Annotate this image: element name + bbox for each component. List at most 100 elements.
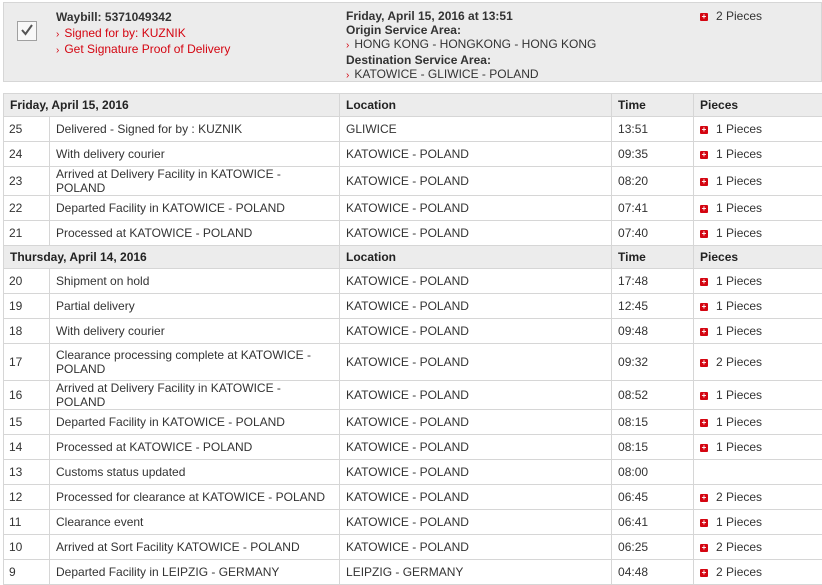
pieces-toggle[interactable]: +1 Pieces <box>694 381 822 410</box>
location-header: Location <box>340 94 612 117</box>
pieces-cell: 1 Pieces <box>716 274 762 288</box>
pieces-cell: 1 Pieces <box>716 299 762 313</box>
plus-icon: + <box>700 392 708 400</box>
event-description: Departed Facility in LEIPZIG - GERMANY <box>50 560 340 585</box>
table-row: 16Arrived at Delivery Facility in KATOWI… <box>4 381 822 410</box>
chevron-right-icon: › <box>346 40 349 51</box>
pieces-cell: 1 Pieces <box>716 388 762 402</box>
date-header-row: Friday, April 15, 2016LocationTimePieces <box>4 94 822 117</box>
pieces-toggle[interactable]: +1 Pieces <box>694 319 822 344</box>
pieces-toggle[interactable]: +1 Pieces <box>694 221 822 246</box>
pieces-cell-empty <box>694 460 822 485</box>
event-location: KATOWICE - POLAND <box>340 167 612 196</box>
table-row: 25Delivered - Signed for by : KUZNIKGLIW… <box>4 117 822 142</box>
pieces-toggle[interactable]: +1 Pieces <box>694 410 822 435</box>
plus-icon: + <box>700 328 708 336</box>
pieces-toggle[interactable]: +1 Pieces <box>694 117 822 142</box>
plus-icon: + <box>700 230 708 238</box>
event-number: 24 <box>4 142 50 167</box>
table-row: 18With delivery courierKATOWICE - POLAND… <box>4 319 822 344</box>
pieces-toggle[interactable]: +2 Pieces <box>694 344 822 381</box>
delivery-date: Friday, April 15, 2016 at 13:51 <box>346 9 596 23</box>
plus-icon: + <box>700 419 708 427</box>
table-row: 9Departed Facility in LEIPZIG - GERMANYL… <box>4 560 822 585</box>
pieces-toggle[interactable]: +1 Pieces <box>694 294 822 319</box>
event-number: 20 <box>4 269 50 294</box>
summary-pieces-toggle[interactable]: +2 Pieces <box>700 9 762 23</box>
table-row: 17Clearance processing complete at KATOW… <box>4 344 822 381</box>
event-time: 08:52 <box>612 381 694 410</box>
destination-area: ›KATOWICE - GLIWICE - POLAND <box>346 67 596 83</box>
pieces-cell: 1 Pieces <box>716 201 762 215</box>
event-time: 08:00 <box>612 460 694 485</box>
plus-icon: + <box>700 444 708 452</box>
event-location: KATOWICE - POLAND <box>340 221 612 246</box>
pieces-cell: 1 Pieces <box>716 324 762 338</box>
event-time: 08:20 <box>612 167 694 196</box>
table-row: 15Departed Facility in KATOWICE - POLAND… <box>4 410 822 435</box>
pieces-cell: 2 Pieces <box>716 355 762 369</box>
event-time: 12:45 <box>612 294 694 319</box>
pieces-toggle[interactable]: +1 Pieces <box>694 435 822 460</box>
event-number: 22 <box>4 196 50 221</box>
event-time: 08:15 <box>612 435 694 460</box>
pieces-toggle[interactable]: +2 Pieces <box>694 535 822 560</box>
pieces-cell: 1 Pieces <box>716 515 762 529</box>
pieces-toggle[interactable]: +1 Pieces <box>694 510 822 535</box>
plus-icon: + <box>700 303 708 311</box>
plus-icon: + <box>700 544 708 552</box>
event-location: KATOWICE - POLAND <box>340 269 612 294</box>
table-row: 21Processed at KATOWICE - POLANDKATOWICE… <box>4 221 822 246</box>
event-description: With delivery courier <box>50 142 340 167</box>
event-location: KATOWICE - POLAND <box>340 344 612 381</box>
event-number: 23 <box>4 167 50 196</box>
pieces-cell: 1 Pieces <box>716 147 762 161</box>
group-date: Friday, April 15, 2016 <box>4 94 340 117</box>
table-row: 19Partial deliveryKATOWICE - POLAND12:45… <box>4 294 822 319</box>
event-time: 09:35 <box>612 142 694 167</box>
signed-for-link[interactable]: ›Signed for by: KUZNIK <box>56 25 230 43</box>
pieces-toggle[interactable]: +1 Pieces <box>694 142 822 167</box>
select-checkbox[interactable] <box>17 21 37 41</box>
table-row: 13Customs status updatedKATOWICE - POLAN… <box>4 460 822 485</box>
event-number: 25 <box>4 117 50 142</box>
event-description: Shipment on hold <box>50 269 340 294</box>
event-number: 10 <box>4 535 50 560</box>
pieces-toggle[interactable]: +1 Pieces <box>694 196 822 221</box>
signature-proof-label: Get Signature Proof of Delivery <box>64 42 230 56</box>
event-description: Clearance event <box>50 510 340 535</box>
plus-icon: + <box>700 519 708 527</box>
pieces-cell: 1 Pieces <box>716 226 762 240</box>
plus-icon: + <box>700 359 708 367</box>
event-time: 06:45 <box>612 485 694 510</box>
event-number: 13 <box>4 460 50 485</box>
event-location: KATOWICE - POLAND <box>340 319 612 344</box>
chevron-right-icon: › <box>56 45 59 56</box>
event-time: 06:25 <box>612 535 694 560</box>
origin-area: ›HONG KONG - HONGKONG - HONG KONG <box>346 37 596 53</box>
table-row: 11Clearance eventKATOWICE - POLAND06:41+… <box>4 510 822 535</box>
table-row: 22Departed Facility in KATOWICE - POLAND… <box>4 196 822 221</box>
event-number: 19 <box>4 294 50 319</box>
event-number: 12 <box>4 485 50 510</box>
pieces-header: Pieces <box>694 94 822 117</box>
event-time: 04:48 <box>612 560 694 585</box>
event-time: 09:48 <box>612 319 694 344</box>
event-description: Customs status updated <box>50 460 340 485</box>
destination-label: Destination Service Area: <box>346 53 596 67</box>
group-date: Thursday, April 14, 2016 <box>4 246 340 269</box>
pieces-toggle[interactable]: +1 Pieces <box>694 269 822 294</box>
plus-icon: + <box>700 569 708 577</box>
chevron-right-icon: › <box>56 29 59 40</box>
plus-icon: + <box>700 278 708 286</box>
table-row: 14Processed at KATOWICE - POLANDKATOWICE… <box>4 435 822 460</box>
pieces-header: Pieces <box>694 246 822 269</box>
plus-icon: + <box>700 205 708 213</box>
waybill-number: Waybill: 5371049342 <box>56 9 230 25</box>
pieces-toggle[interactable]: +2 Pieces <box>694 560 822 585</box>
event-description: Processed for clearance at KATOWICE - PO… <box>50 485 340 510</box>
pieces-toggle[interactable]: +1 Pieces <box>694 167 822 196</box>
pieces-toggle[interactable]: +2 Pieces <box>694 485 822 510</box>
pieces-cell: 1 Pieces <box>716 415 762 429</box>
signature-proof-link[interactable]: › Get Signature Proof of Delivery <box>56 43 230 57</box>
